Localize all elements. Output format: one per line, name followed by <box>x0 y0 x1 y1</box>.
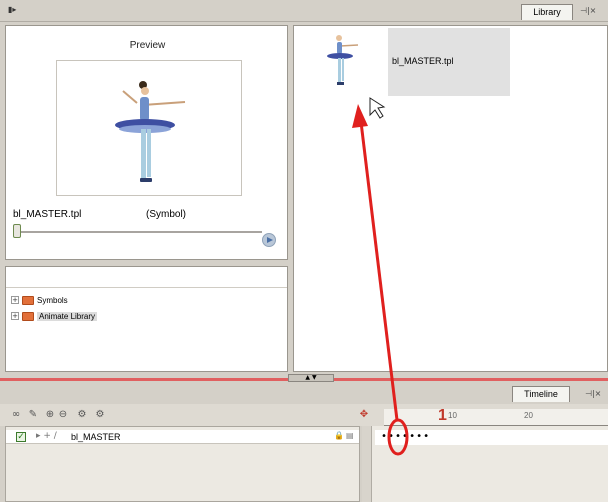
annotation-arrow <box>352 97 409 456</box>
